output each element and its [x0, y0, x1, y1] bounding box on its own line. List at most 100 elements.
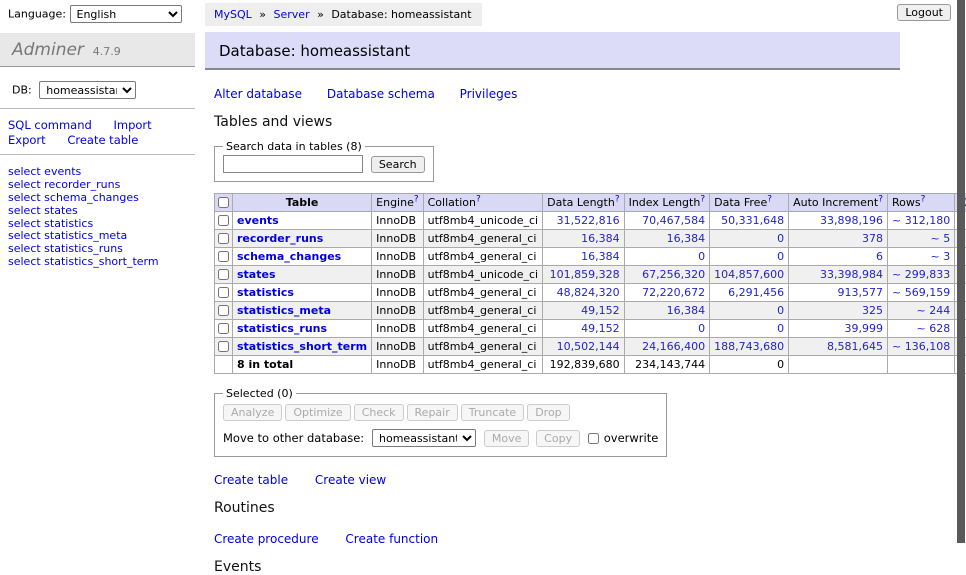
- sidebar-link-create-table[interactable]: Create table: [67, 133, 138, 147]
- cell-data_length: 49,152: [543, 320, 624, 338]
- table-name-link[interactable]: states: [237, 268, 276, 281]
- search-button[interactable]: Search: [371, 156, 425, 173]
- truncate-button[interactable]: Truncate: [461, 404, 524, 421]
- sidebar-link-export[interactable]: Export: [8, 133, 46, 147]
- rows-count-link[interactable]: ~ 299,833: [892, 268, 950, 281]
- move-to-database-label: Move to other database:: [223, 431, 364, 445]
- table-name-link[interactable]: statistics_runs: [237, 322, 327, 335]
- sidebar-select-link[interactable]: select states: [8, 205, 195, 218]
- sidebar-select-link[interactable]: select schema_changes: [8, 192, 195, 205]
- cell-auto_increment: 33,898,196: [789, 212, 888, 230]
- cell-data_free: 6,291,456: [710, 284, 789, 302]
- analyze-button[interactable]: Analyze: [223, 404, 282, 421]
- sidebar-link-import[interactable]: Import: [113, 118, 151, 132]
- database-schema-link[interactable]: Database schema: [327, 87, 435, 101]
- vertical-scrollbar[interactable]: [957, 0, 965, 543]
- cell-data_free: 0: [710, 230, 789, 248]
- sidebar-link-sql-command[interactable]: SQL command: [8, 118, 92, 132]
- row-checkbox[interactable]: [218, 323, 229, 334]
- column-help: ?: [615, 194, 620, 204]
- cell-rows: ~ 299,833: [888, 266, 955, 284]
- table-name-link[interactable]: statistics_meta: [237, 304, 331, 317]
- table-row: eventsInnoDButf8mb4_unicode_ci31,522,816…: [215, 212, 966, 230]
- rows-count-link[interactable]: ~ 136,108: [892, 340, 950, 353]
- sidebar-select-link[interactable]: select statistics_short_term: [8, 256, 195, 269]
- table-name-link[interactable]: events: [237, 214, 279, 227]
- footer-cell-auto_increment: [789, 356, 888, 374]
- select-all-checkbox[interactable]: [218, 197, 229, 208]
- repair-button[interactable]: Repair: [407, 404, 458, 421]
- cell-collation: utf8mb4_general_ci: [423, 284, 542, 302]
- table-name-link[interactable]: statistics: [237, 286, 294, 299]
- rows-count-link[interactable]: ~ 5: [930, 232, 950, 245]
- cell-index_length: 24,166,400: [624, 338, 710, 356]
- column-help-link[interactable]: ?: [878, 194, 883, 204]
- create-table-link[interactable]: Create table: [214, 473, 288, 487]
- rows-count-link[interactable]: ~ 3: [930, 250, 950, 263]
- column-header-collation: Collation?: [423, 194, 542, 212]
- column-help-link[interactable]: ?: [921, 194, 926, 204]
- search-input[interactable]: [223, 155, 363, 173]
- cell-auto_increment: 913,577: [789, 284, 888, 302]
- cell-collation: utf8mb4_general_ci: [423, 302, 542, 320]
- table-row: statistics_runsInnoDButf8mb4_general_ci4…: [215, 320, 966, 338]
- footer-total-label: 8 in total: [233, 356, 372, 374]
- row-checkbox[interactable]: [218, 215, 229, 226]
- table-name-cell: statistics: [233, 284, 372, 302]
- row-checkbox[interactable]: [218, 269, 229, 280]
- create-procedure-link[interactable]: Create procedure: [214, 532, 319, 546]
- alter-database-link[interactable]: Alter database: [214, 87, 302, 101]
- breadcrumb-current: Database: homeassistant: [331, 8, 471, 21]
- table-name-link[interactable]: recorder_runs: [237, 232, 323, 245]
- column-help-link[interactable]: ?: [767, 194, 772, 204]
- cell-collation: utf8mb4_general_ci: [423, 230, 542, 248]
- language-select[interactable]: English: [70, 5, 182, 23]
- table-name-link[interactable]: schema_changes: [237, 250, 341, 263]
- rows-count-link[interactable]: ~ 569,159: [892, 286, 950, 299]
- check-button[interactable]: Check: [354, 404, 404, 421]
- optimize-button[interactable]: Optimize: [285, 404, 350, 421]
- cell-data_free: 104,857,600: [710, 266, 789, 284]
- column-help-link[interactable]: ?: [414, 194, 419, 204]
- table-row: recorder_runsInnoDButf8mb4_general_ci16,…: [215, 230, 966, 248]
- db-selector-row: DB: homeassistant: [0, 67, 195, 103]
- row-checkbox[interactable]: [218, 233, 229, 244]
- cell-data_length: 101,859,328: [543, 266, 624, 284]
- move-database-select[interactable]: homeassistant: [372, 429, 476, 447]
- drop-button[interactable]: Drop: [527, 404, 569, 421]
- breadcrumb-mysql-link[interactable]: MySQL: [214, 8, 252, 21]
- cell-index_length: 0: [624, 320, 710, 338]
- logout-button[interactable]: Logout: [897, 4, 951, 21]
- column-help-link[interactable]: ?: [615, 194, 620, 204]
- move-button[interactable]: Move: [484, 430, 530, 447]
- copy-button[interactable]: Copy: [536, 430, 580, 447]
- tables-overview-table: TableEngine?Collation?Data Length?Index …: [214, 193, 966, 374]
- routines-heading: Routines: [214, 500, 900, 516]
- rows-count-link[interactable]: ~ 312,180: [892, 214, 950, 227]
- create-function-link[interactable]: Create function: [345, 532, 438, 546]
- row-checkbox[interactable]: [218, 251, 229, 262]
- db-select[interactable]: homeassistant: [39, 81, 136, 99]
- sidebar-divider: [0, 154, 195, 155]
- table-name-cell: statistics_meta: [233, 302, 372, 320]
- column-help: ?: [700, 194, 705, 204]
- column-help-link[interactable]: ?: [476, 194, 481, 204]
- column-help-link[interactable]: ?: [700, 194, 705, 204]
- row-checkbox[interactable]: [218, 341, 229, 352]
- row-checkbox[interactable]: [218, 287, 229, 298]
- cell-engine: InnoDB: [372, 248, 423, 266]
- table-name-link[interactable]: statistics_short_term: [237, 340, 367, 353]
- breadcrumb-server-link[interactable]: Server: [274, 8, 310, 21]
- create-view-link[interactable]: Create view: [315, 473, 386, 487]
- cell-auto_increment: 6: [789, 248, 888, 266]
- rows-count-link[interactable]: ~ 628: [916, 322, 950, 335]
- table-name-cell: schema_changes: [233, 248, 372, 266]
- column-help: ?: [921, 194, 926, 204]
- table-row: statistics_short_termInnoDButf8mb4_gener…: [215, 338, 966, 356]
- rows-count-link[interactable]: ~ 244: [916, 304, 950, 317]
- row-checkbox[interactable]: [218, 305, 229, 316]
- overwrite-checkbox[interactable]: [588, 433, 599, 444]
- privileges-link[interactable]: Privileges: [460, 87, 518, 101]
- cell-collation: utf8mb4_general_ci: [423, 248, 542, 266]
- column-header-data-free: Data Free?: [710, 194, 789, 212]
